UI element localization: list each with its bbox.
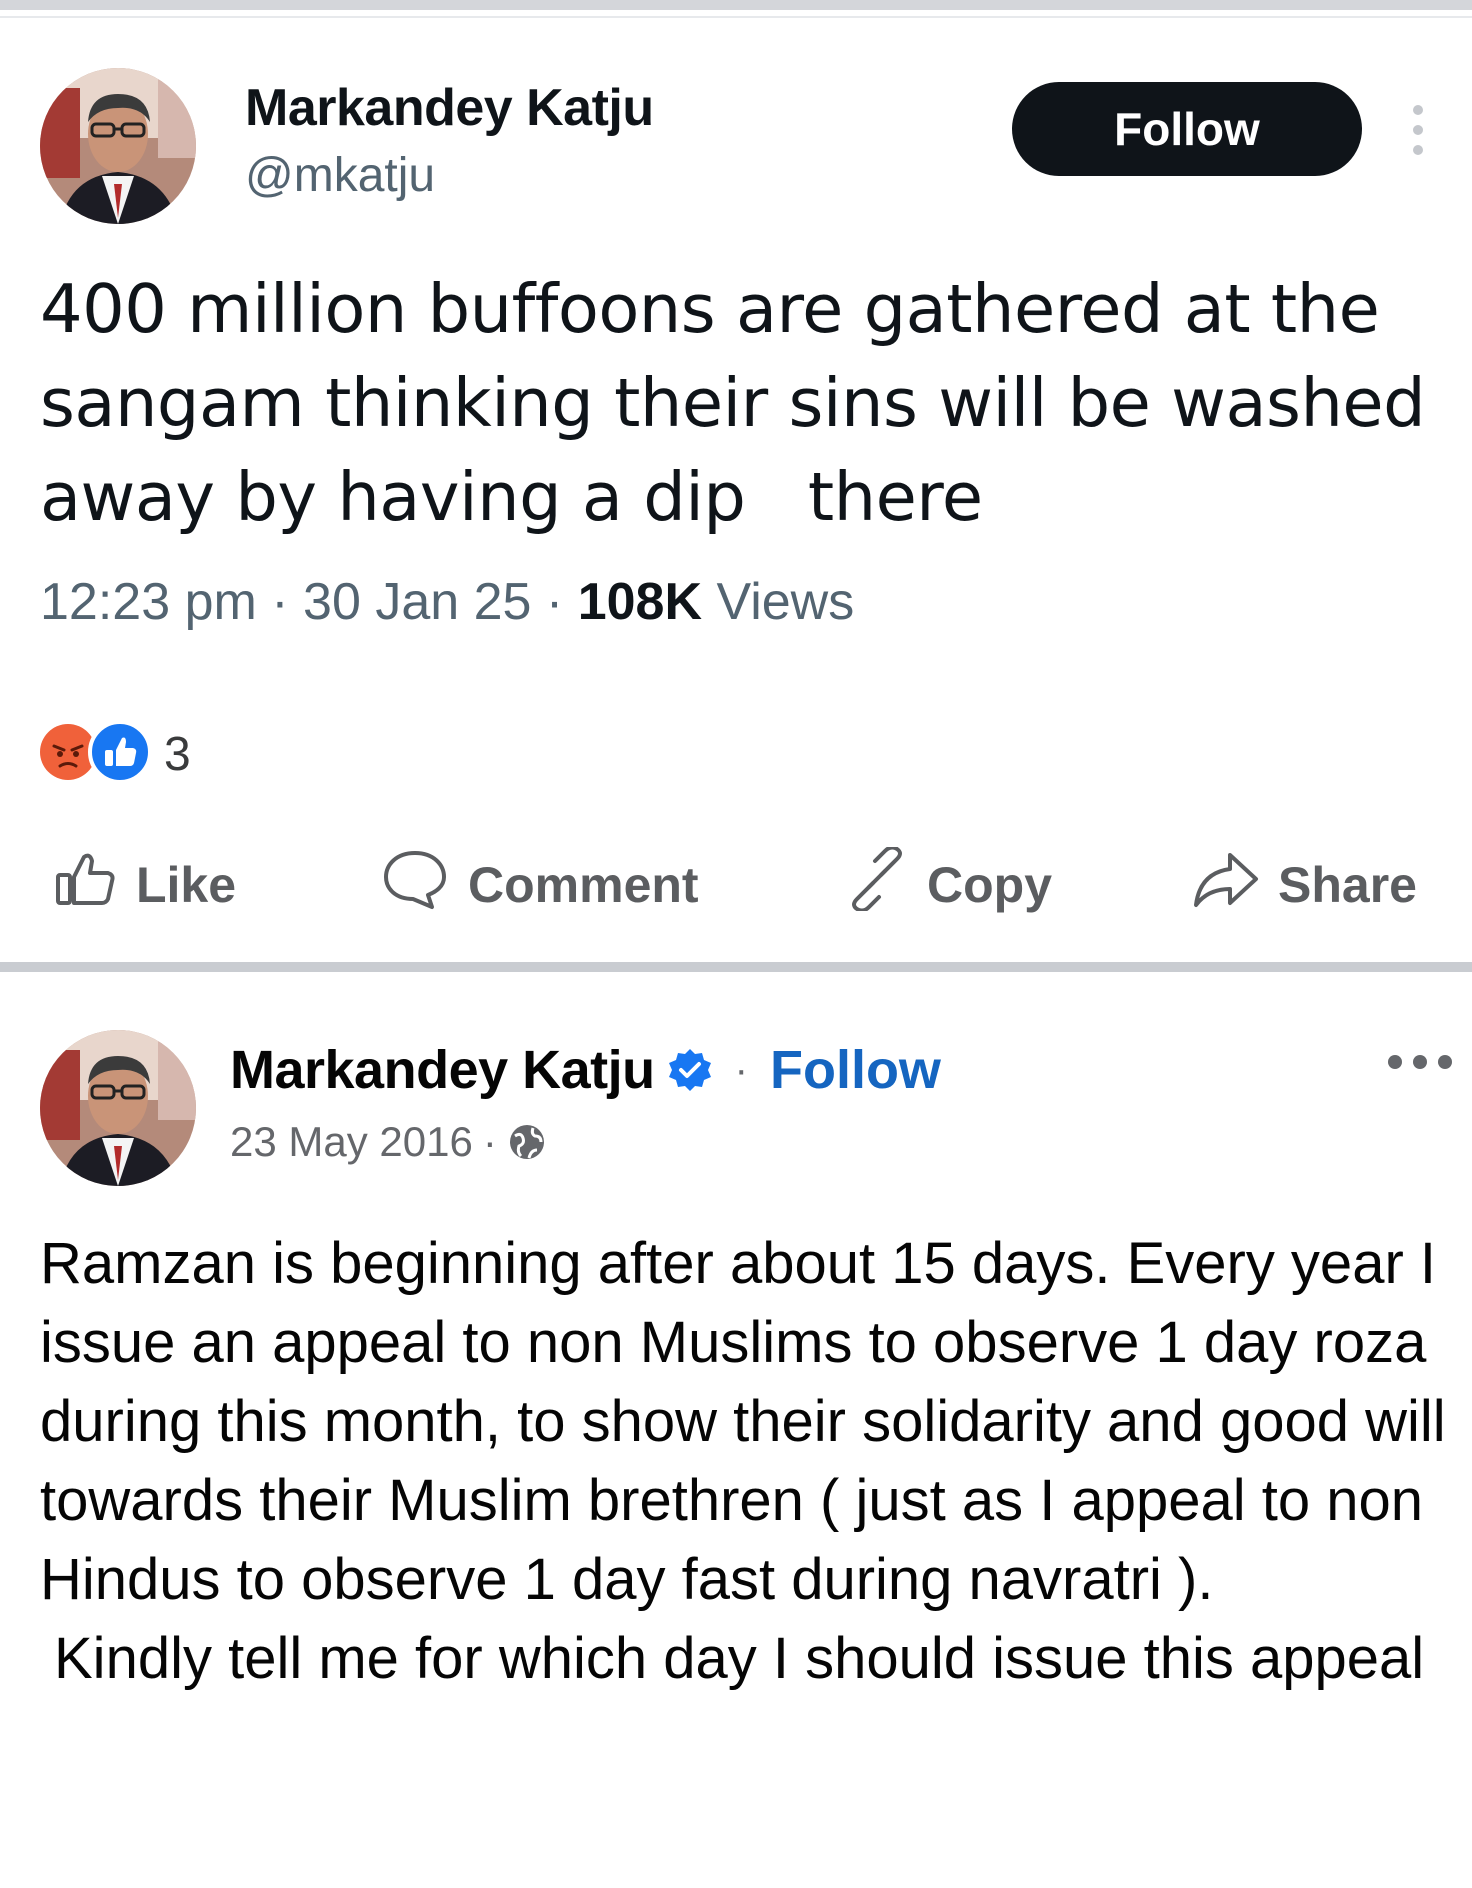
post-subline: 23 May 2016 ·: [230, 1118, 547, 1166]
copy-label: Copy: [927, 857, 1052, 913]
meta-separator: ·: [545, 573, 564, 631]
comment-button[interactable]: Comment: [380, 840, 699, 930]
like-button[interactable]: Like: [54, 840, 236, 930]
reaction-count: 3: [164, 728, 191, 781]
follow-button[interactable]: Follow: [1012, 82, 1362, 176]
globe-icon[interactable]: [507, 1122, 547, 1162]
comment-icon: [380, 847, 468, 923]
top-divider: [0, 0, 1472, 10]
like-label: Like: [136, 857, 237, 913]
share-button[interactable]: Share: [1190, 840, 1417, 930]
copy-link-button[interactable]: Copy: [845, 840, 1052, 930]
header-separator: ·: [734, 1047, 748, 1092]
author-name[interactable]: Markandey Katju: [245, 78, 654, 138]
like-reaction-icon: [88, 720, 152, 789]
post-paragraph: Ramzan is beginning after about 15 days.…: [40, 1231, 1446, 1612]
share-label: Share: [1278, 857, 1417, 913]
views-label: Views: [716, 573, 855, 631]
verified-badge-icon: [667, 1047, 713, 1093]
link-icon: [845, 845, 927, 923]
post-date[interactable]: 30 Jan 25: [303, 573, 531, 631]
post-date[interactable]: 23 May 2016: [230, 1118, 473, 1166]
author-avatar[interactable]: [40, 68, 196, 224]
thumbs-up-icon: [54, 847, 136, 923]
post-text: 400 million buffoons are gathered at the…: [40, 270, 1446, 536]
post-divider: [0, 962, 1472, 972]
more-horizontal-icon[interactable]: [1385, 1050, 1455, 1074]
views-count: 108K: [577, 573, 703, 631]
more-vertical-icon[interactable]: [1408, 102, 1428, 158]
follow-link[interactable]: Follow: [770, 1039, 941, 1101]
action-bar: Like Comment Copy Share: [0, 840, 1472, 930]
reactions-summary[interactable]: 3: [38, 720, 191, 789]
meta-separator: ·: [271, 573, 289, 631]
post-meta: 12:23 pm · 30 Jan 25 · 108K Views: [40, 572, 854, 632]
top-divider-line: [0, 16, 1472, 18]
post-paragraph: Kindly tell me for which day I should is…: [54, 1626, 1425, 1691]
author-handle[interactable]: @mkatju: [245, 148, 435, 203]
author-name[interactable]: Markandey Katju: [230, 1039, 655, 1101]
post-time[interactable]: 12:23 pm: [40, 573, 257, 631]
post-text: Ramzan is beginning after about 15 days.…: [40, 1224, 1460, 1698]
post-header: Markandey Katju · Follow: [230, 1030, 941, 1110]
share-icon: [1190, 847, 1278, 923]
subline-separator: ·: [482, 1118, 497, 1165]
comment-label: Comment: [468, 857, 699, 913]
author-avatar[interactable]: [40, 1030, 196, 1186]
